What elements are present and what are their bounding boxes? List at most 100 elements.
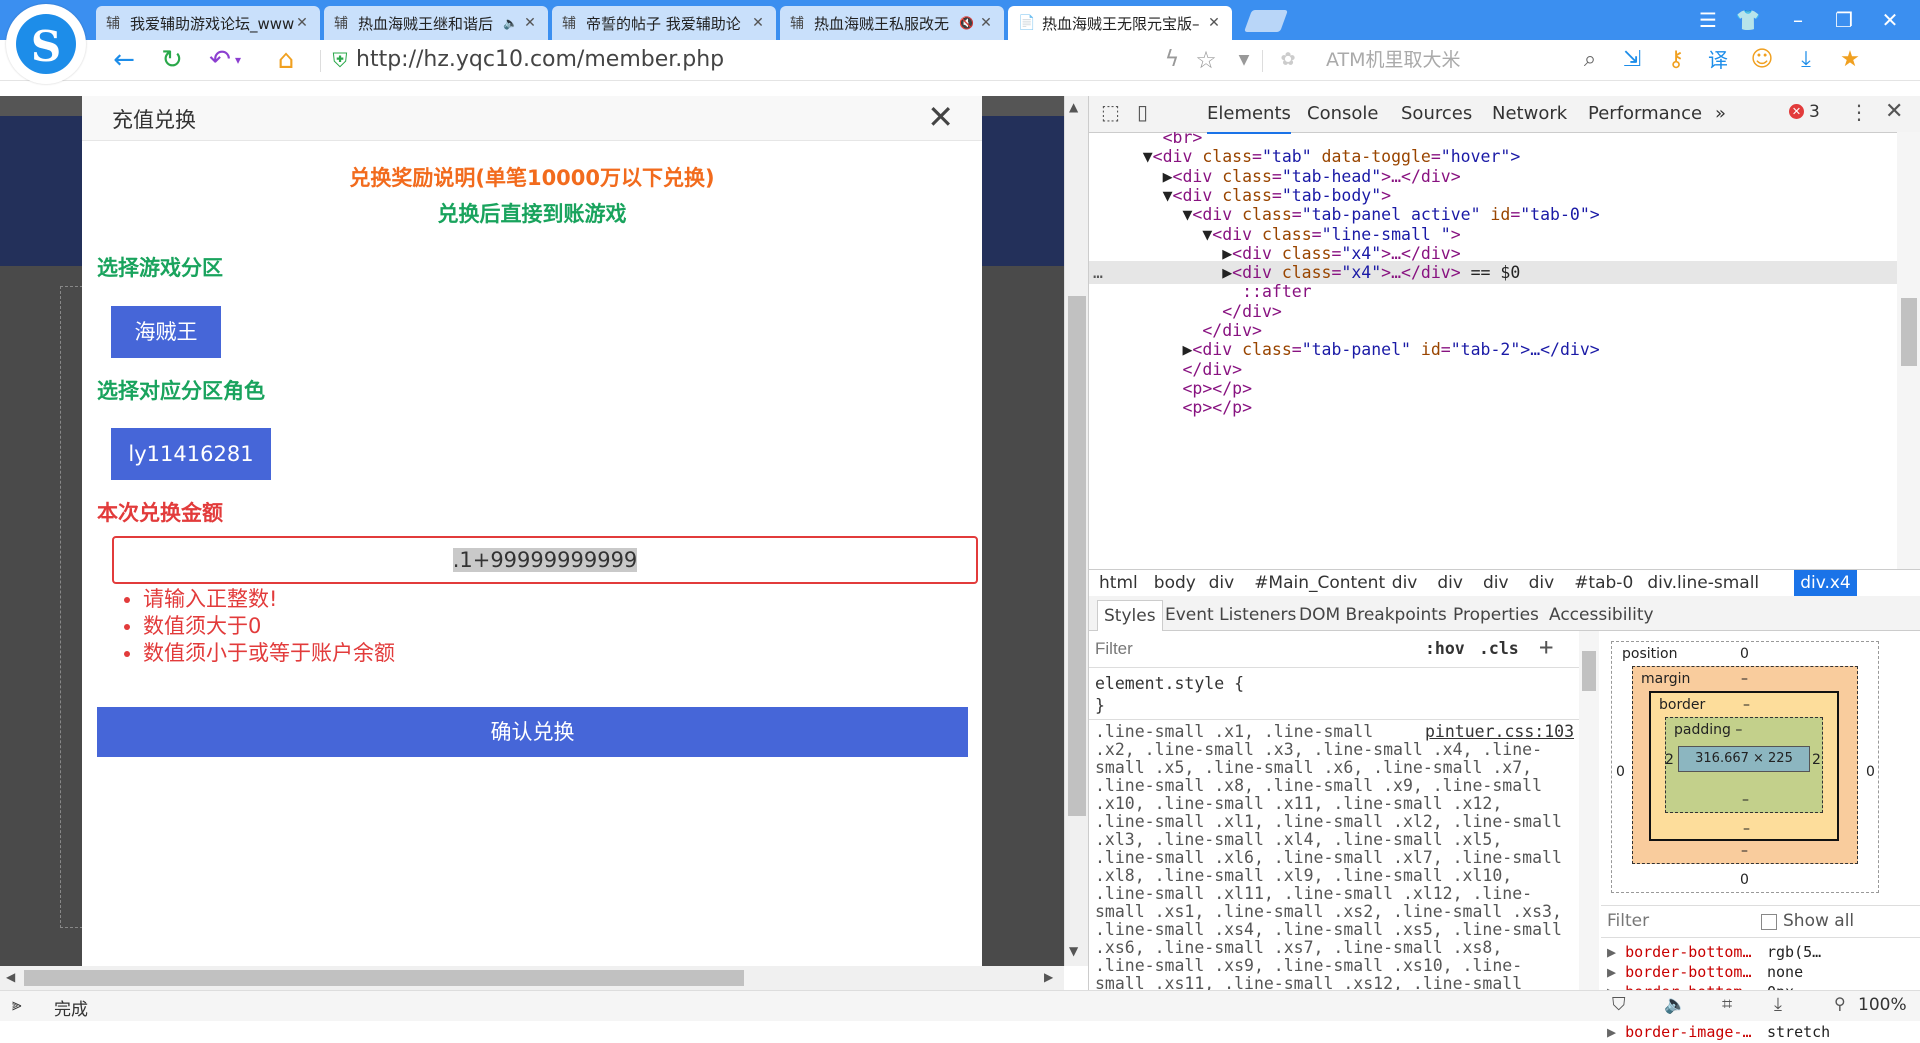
tab-styles[interactable]: Styles — [1097, 600, 1163, 631]
breadcrumb-item[interactable]: div — [1392, 570, 1418, 596]
show-all-checkbox[interactable] — [1761, 914, 1777, 930]
browser-tab[interactable]: 辅 帝誓的帖子 我爱辅助论 ✕ — [552, 6, 776, 40]
dom-node-actions-icon[interactable]: … — [1093, 261, 1103, 284]
zoom-level[interactable]: 100% — [1858, 995, 1907, 1015]
devtools-tab-console[interactable]: Console — [1307, 96, 1378, 132]
computed-property-row[interactable]: ▶ border-bottom… rgb(5… — [1607, 943, 1917, 963]
inspect-element-icon[interactable]: ⬚ — [1101, 100, 1120, 124]
tab-dom-breakpoints[interactable]: DOM Breakpoints — [1299, 600, 1447, 630]
close-tab-icon[interactable]: ✕ — [522, 15, 538, 31]
computed-property-row[interactable]: ▶ border-bottom… none — [1607, 963, 1917, 983]
expand-arrow-icon[interactable]: ▶ — [1607, 1023, 1625, 1041]
styles-scrollbar[interactable] — [1579, 631, 1599, 990]
close-tab-icon[interactable]: ✕ — [1206, 15, 1222, 31]
chevron-down-icon[interactable]: ▼ — [1228, 44, 1260, 76]
star-icon[interactable]: ☆ — [1190, 44, 1222, 76]
download-icon[interactable]: ⤓ — [1790, 44, 1822, 76]
browser-tab[interactable]: 辅 热血海贼王私服改无 🔇 ✕ — [780, 6, 1004, 40]
scroll-right-icon[interactable]: ▶ — [1044, 970, 1053, 984]
page-vertical-scrollbar[interactable]: ▲ ▼ — [1064, 96, 1089, 966]
hov-toggle[interactable]: :hov — [1425, 639, 1465, 658]
browser-logo[interactable]: S — [6, 4, 86, 84]
scroll-left-icon[interactable]: ◀ — [6, 970, 15, 984]
element-style-rule[interactable]: element.style { — [1095, 673, 1244, 695]
styles-filter-input[interactable]: Filter — [1095, 639, 1133, 659]
key-icon[interactable]: ⚷ — [1660, 44, 1692, 76]
back-icon[interactable]: ← — [108, 44, 140, 76]
devtools-tab-performance[interactable]: Performance — [1588, 96, 1702, 132]
close-tab-icon[interactable]: ✕ — [294, 15, 310, 31]
cls-toggle[interactable]: .cls — [1479, 639, 1519, 658]
breadcrumb-item[interactable]: div — [1529, 570, 1555, 596]
kebab-menu-icon[interactable]: ⋮ — [1849, 100, 1869, 124]
close-icon[interactable]: ✕ — [927, 98, 954, 136]
device-toggle-icon[interactable]: ▯ — [1137, 100, 1148, 124]
browser-tab[interactable]: 辅 热血海贼王继和谐后 🔈 ✕ — [324, 6, 548, 40]
emoji-icon[interactable]: ☺ — [1746, 44, 1778, 76]
expand-arrow-icon[interactable]: ▶ — [1607, 963, 1625, 981]
devtools-tab-sources[interactable]: Sources — [1401, 96, 1472, 132]
browser-tab-active[interactable]: 📄 热血海贼王无限元宝版– ✕ — [1008, 6, 1232, 40]
zone-select-button[interactable]: 海贼王 — [111, 306, 221, 358]
mute-icon[interactable]: 🔇 — [959, 16, 974, 30]
breadcrumb-item[interactable]: div — [1483, 570, 1509, 596]
amount-input[interactable]: .1+99999999999 — [112, 536, 978, 584]
elements-dom-tree[interactable]: <br> ▼<div class="tab" data-toggle="hove… — [1089, 132, 1897, 569]
sidebar-toggle-icon[interactable]: ⫸ — [12, 995, 22, 1015]
favorites-icon[interactable]: ★ — [1834, 44, 1866, 76]
minimize-icon[interactable]: – — [1780, 6, 1816, 34]
tab-properties[interactable]: Properties — [1453, 600, 1539, 630]
devtools-tab-elements[interactable]: Elements — [1207, 96, 1291, 134]
refresh-icon[interactable]: ↻ — [156, 44, 188, 76]
extension-icon[interactable]: ⇲ — [1616, 44, 1648, 76]
home-icon[interactable]: ⌂ — [270, 44, 302, 76]
restore-icon[interactable]: ❐ — [1826, 6, 1862, 34]
breadcrumb-item[interactable]: body — [1154, 570, 1196, 596]
lightning-icon[interactable]: ϟ — [1156, 44, 1188, 76]
scroll-down-icon[interactable]: ▼ — [1069, 944, 1078, 958]
menu-icon[interactable]: ☰ — [1690, 6, 1726, 34]
tab-event-listeners[interactable]: Event Listeners — [1165, 600, 1296, 630]
chevron-down-icon[interactable]: ▾ — [230, 44, 246, 76]
scrollbar-thumb[interactable] — [1901, 298, 1917, 366]
breadcrumb-item[interactable]: div — [1209, 570, 1235, 596]
browser-tab[interactable]: 辅 我爱辅助游戏论坛_www ✕ — [96, 6, 320, 40]
breadcrumb-item[interactable]: div.line-small — [1647, 570, 1759, 596]
scrollbar-thumb[interactable] — [1582, 651, 1596, 691]
close-tab-icon[interactable]: ✕ — [750, 15, 766, 31]
css-selector-line[interactable]: small .xs11, .line-small .xs12, .line-sm… — [1095, 973, 1522, 990]
computed-filter-input[interactable]: Filter — [1607, 911, 1649, 931]
search-icon[interactable]: ⌕ — [1574, 44, 1606, 76]
translate-icon[interactable]: 译 — [1702, 44, 1734, 76]
speaker-icon[interactable]: 🔈 — [1664, 994, 1686, 1015]
zoom-icon[interactable]: ⚲ — [1834, 994, 1846, 1013]
new-tab-button[interactable] — [1243, 10, 1289, 32]
speaker-icon[interactable]: 🔈 — [503, 16, 518, 30]
skin-icon[interactable]: 👕 — [1730, 6, 1766, 34]
close-devtools-icon[interactable]: ✕ — [1885, 99, 1903, 124]
download-status-icon[interactable]: ⤓ — [1774, 994, 1782, 1015]
breadcrumb-item[interactable]: #Main_Content — [1254, 570, 1385, 596]
expand-arrow-icon[interactable]: ▶ — [1607, 943, 1625, 961]
breadcrumb-item[interactable]: html — [1099, 570, 1138, 596]
role-select-button[interactable]: ly11416281 — [111, 428, 271, 480]
url-field[interactable]: http://hz.yqc10.com/member.php — [356, 40, 724, 80]
devtools-tab-network[interactable]: Network — [1492, 96, 1567, 132]
shield-status-icon[interactable]: ⛉ — [1612, 994, 1626, 1015]
confirm-exchange-button[interactable]: 确认兑换 — [97, 707, 968, 757]
screenshot-icon[interactable]: ⌗ — [1722, 994, 1732, 1015]
breadcrumb-item[interactable]: div.x4 — [1794, 570, 1857, 596]
close-window-icon[interactable]: ✕ — [1872, 6, 1908, 34]
dom-node[interactable]: <p></p> — [1089, 396, 1897, 419]
close-tab-icon[interactable]: ✕ — [978, 15, 994, 31]
scrollbar-thumb[interactable] — [24, 970, 744, 986]
tab-accessibility[interactable]: Accessibility — [1549, 600, 1654, 630]
dom-tree-scrollbar[interactable] — [1897, 132, 1920, 569]
error-icon[interactable]: ✕ — [1789, 104, 1804, 119]
breadcrumb-item[interactable]: #tab-0 — [1574, 570, 1633, 596]
scrollbar-thumb[interactable] — [1068, 296, 1086, 816]
search-input[interactable]: ATM机里取大米 — [1326, 40, 1461, 80]
more-tabs-icon[interactable]: » — [1715, 96, 1726, 132]
breadcrumb-item[interactable]: div — [1437, 570, 1463, 596]
computed-property-row[interactable]: ▶ border-image-… stretch — [1607, 1023, 1917, 1043]
